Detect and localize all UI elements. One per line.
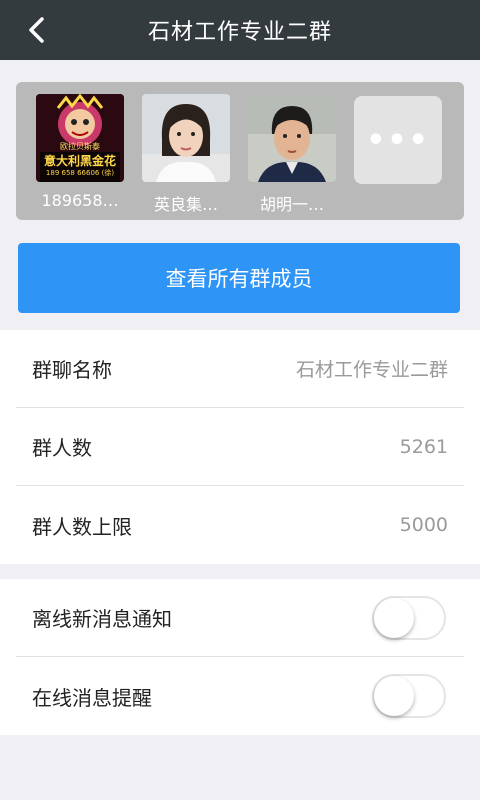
online-alert-toggle[interactable] bbox=[372, 674, 446, 718]
person-photo-icon bbox=[248, 94, 336, 182]
member-name: 胡明一… bbox=[259, 195, 324, 214]
back-button[interactable] bbox=[18, 12, 54, 48]
member-avatars-panel: 欧拉贝斯泰 意大利黑金花 189 658 66606 (徐) 189658… 英… bbox=[16, 82, 464, 220]
avatar-caption-phone: 189 658 66606 (徐) bbox=[45, 169, 115, 177]
avatar: 欧拉贝斯泰 意大利黑金花 189 658 66606 (徐) bbox=[36, 94, 124, 182]
toggle-knob bbox=[374, 597, 414, 638]
member-item[interactable]: 欧拉贝斯泰 意大利黑金花 189 658 66606 (徐) 189658… bbox=[34, 94, 126, 210]
offline-notify-label: 离线新消息通知 bbox=[32, 607, 172, 631]
person-photo-icon bbox=[142, 94, 230, 182]
chevron-left-icon bbox=[29, 17, 44, 43]
avatar bbox=[248, 94, 336, 182]
member-count-label: 群人数 bbox=[32, 436, 92, 460]
avatar bbox=[142, 94, 230, 182]
page-title: 石材工作专业二群 bbox=[147, 20, 332, 45]
more-dots-icon: ••• bbox=[366, 122, 430, 158]
member-name: 英良集… bbox=[153, 195, 218, 214]
top-bar: 石材工作专业二群 bbox=[0, 0, 480, 60]
member-limit-label: 群人数上限 bbox=[32, 514, 132, 539]
member-item[interactable]: 英良集… bbox=[140, 94, 232, 215]
group-name-value: 石材工作专业二群 bbox=[295, 359, 448, 381]
avatar-caption-top: 欧拉贝斯泰 bbox=[60, 142, 100, 151]
member-count-row: 群人数 5261 bbox=[16, 408, 464, 486]
member-limit-row: 群人数上限 5000 bbox=[16, 486, 464, 564]
group-info-section: 群聊名称 石材工作专业二群 群人数 5261 群人数上限 5000 bbox=[0, 330, 480, 564]
avatar-caption-main: 意大利黑金花 bbox=[43, 154, 116, 168]
toggle-knob bbox=[374, 676, 414, 716]
member-count-value: 5261 bbox=[399, 435, 448, 458]
notification-settings-section: 离线新消息通知 在线消息提醒 bbox=[0, 579, 480, 735]
member-item[interactable]: 胡明一… bbox=[246, 94, 338, 215]
member-name: 189658… bbox=[41, 191, 119, 210]
group-name-label: 群聊名称 bbox=[32, 358, 112, 382]
member-limit-value: 5000 bbox=[399, 514, 448, 536]
offline-notify-row: 离线新消息通知 bbox=[16, 579, 464, 657]
online-alert-label: 在线消息提醒 bbox=[32, 685, 152, 710]
offline-notify-toggle[interactable] bbox=[372, 595, 446, 640]
online-alert-row: 在线消息提醒 bbox=[16, 657, 464, 735]
view-all-members-button[interactable]: 查看所有群成员 bbox=[18, 243, 460, 313]
more-members-button[interactable]: ••• bbox=[354, 96, 442, 184]
group-name-row[interactable]: 群聊名称 石材工作专业二群 bbox=[16, 330, 464, 408]
